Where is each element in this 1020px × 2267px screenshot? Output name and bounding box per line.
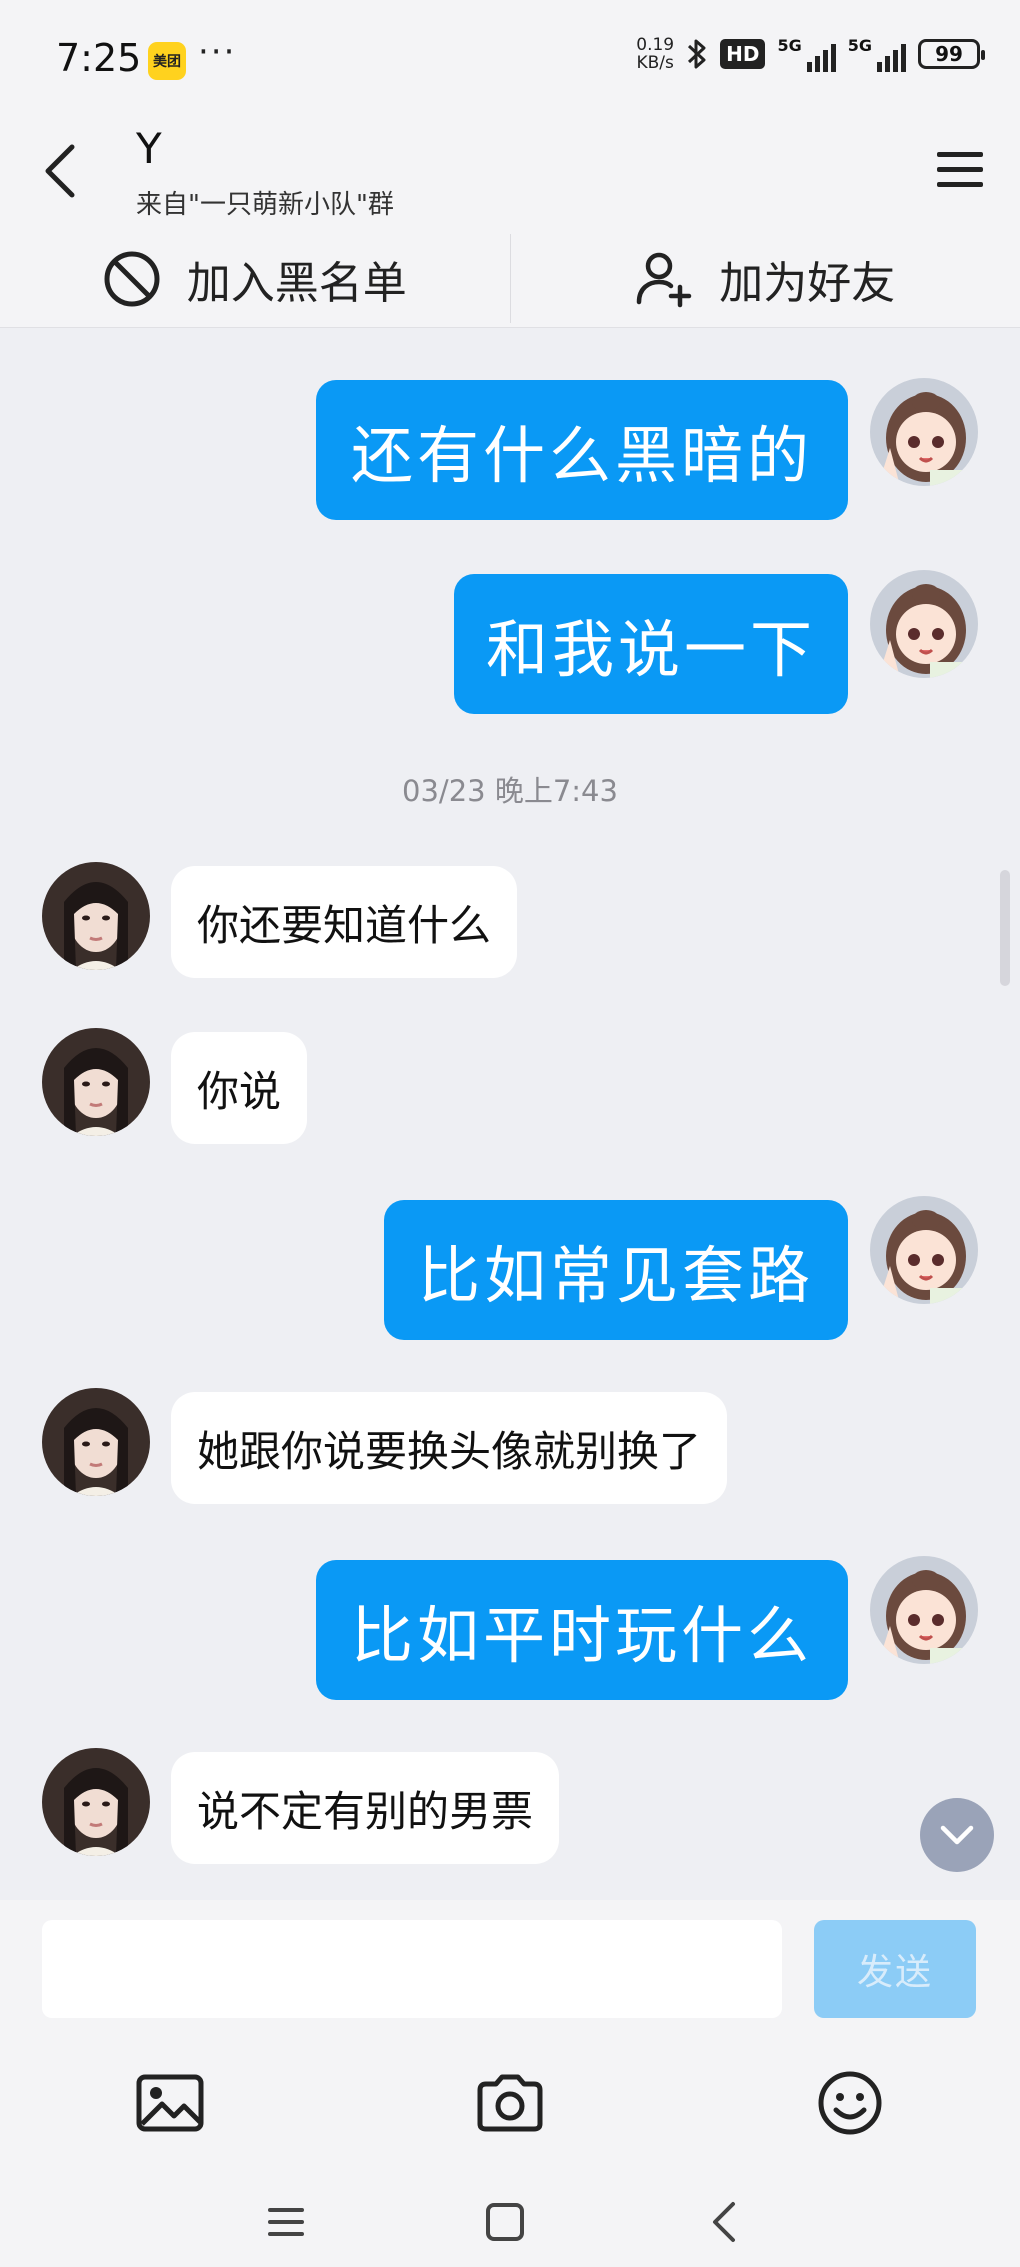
contact-avatar[interactable] [42,1388,150,1496]
recents-menu-icon [268,2208,304,2236]
back-button[interactable] [30,136,90,206]
status-time: 7:25 [56,36,142,80]
incoming-message[interactable]: 你说 [171,1032,308,1144]
battery-icon: 99 [918,39,985,69]
add-friend-label: 加为好友 [719,257,896,309]
scrollbar-thumb[interactable] [1000,870,1010,986]
chevron-left-icon [45,144,75,198]
chevron-left-icon [713,2202,735,2242]
signal-5g-1-label: 5G [777,36,802,55]
incoming-message[interactable]: 你还要知道什么 [171,866,518,978]
image-icon [136,2074,204,2132]
system-back-button[interactable] [694,2192,754,2252]
my-avatar[interactable] [870,570,978,678]
block-button[interactable]: 加入黑名单 [0,230,510,327]
anime-girl-avatar-icon [870,1196,978,1304]
stranger-action-bar: 加入黑名单 加为好友 [0,230,1020,328]
network-speed-value: 0.19 [636,35,675,55]
outgoing-message[interactable]: 比如常见套路 [384,1200,848,1340]
media-toolbar [0,2040,1020,2170]
status-indicators: 0.19 KB/s HD 5G 5G 99 [636,36,985,72]
contact-avatar[interactable] [42,1028,150,1136]
message-input-bar: 发送 [0,1900,1020,2040]
contact-photo-icon [42,1388,150,1496]
signal-5g-1-icon: 5G [777,36,836,72]
network-speed-unit: KB/s [636,53,674,73]
chat-subtitle: 来自"一只萌新小队"群 [136,190,394,220]
meituan-app-icon: 美团 [148,42,186,80]
my-avatar[interactable] [870,1556,978,1664]
chevron-down-icon [940,1825,974,1845]
incoming-message[interactable]: 她跟你说要换头像就别换了 [171,1392,728,1504]
hd-voice-badge: HD [720,39,766,69]
camera-icon [477,2074,543,2132]
hamburger-menu-icon [937,152,983,187]
contact-photo-icon [42,1028,150,1136]
anime-girl-avatar-icon [870,570,978,678]
chat-title: Y [136,124,162,173]
outgoing-message[interactable]: 比如平时玩什么 [316,1560,848,1700]
add-friend-button[interactable]: 加为好友 [511,230,1020,327]
signal-5g-2-icon: 5G [848,36,906,72]
recents-button[interactable] [256,2192,316,2252]
message-input[interactable] [42,1920,782,2018]
block-label: 加入黑名单 [186,257,407,309]
contact-avatar[interactable] [42,1748,150,1856]
home-button[interactable] [475,2192,535,2252]
send-button[interactable]: 发送 [814,1920,976,2018]
image-button[interactable] [125,2058,215,2148]
anime-girl-avatar-icon [870,1556,978,1664]
block-icon [104,251,160,306]
outgoing-message[interactable]: 和我说一下 [454,574,848,714]
contact-photo-icon [42,862,150,970]
system-navigation-bar [0,2170,1020,2267]
home-square-icon [486,2203,524,2241]
contact-avatar[interactable] [42,862,150,970]
bluetooth-icon [688,39,706,69]
emoji-button[interactable] [805,2058,895,2148]
chat-header: Y 来自"一只萌新小队"群 [0,120,1020,230]
status-bar: 7:25 美团 ··· 0.19 KB/s HD 5G 5G 99 [0,0,1020,120]
outgoing-message[interactable]: 还有什么黑暗的 [316,380,848,520]
scroll-to-bottom-button[interactable] [920,1798,994,1872]
network-speed: 0.19 KB/s [636,36,674,72]
incoming-message[interactable]: 说不定有别的男票 [171,1752,560,1864]
emoji-icon [818,2071,882,2135]
more-notifications-icon: ··· [198,32,237,72]
message-timestamp: 03/23 晚上7:43 [402,774,618,808]
my-avatar[interactable] [870,1196,978,1304]
add-user-icon [637,252,692,307]
menu-button[interactable] [930,140,990,200]
anime-girl-avatar-icon [870,378,978,486]
my-avatar[interactable] [870,378,978,486]
message-list[interactable]: 还有什么黑暗的 和我说一下 03/23 晚上7:43 你还要知道什么 你说 比如… [0,328,1020,1900]
signal-5g-2-label: 5G [847,36,872,55]
camera-button[interactable] [465,2058,555,2148]
contact-photo-icon [42,1748,150,1856]
